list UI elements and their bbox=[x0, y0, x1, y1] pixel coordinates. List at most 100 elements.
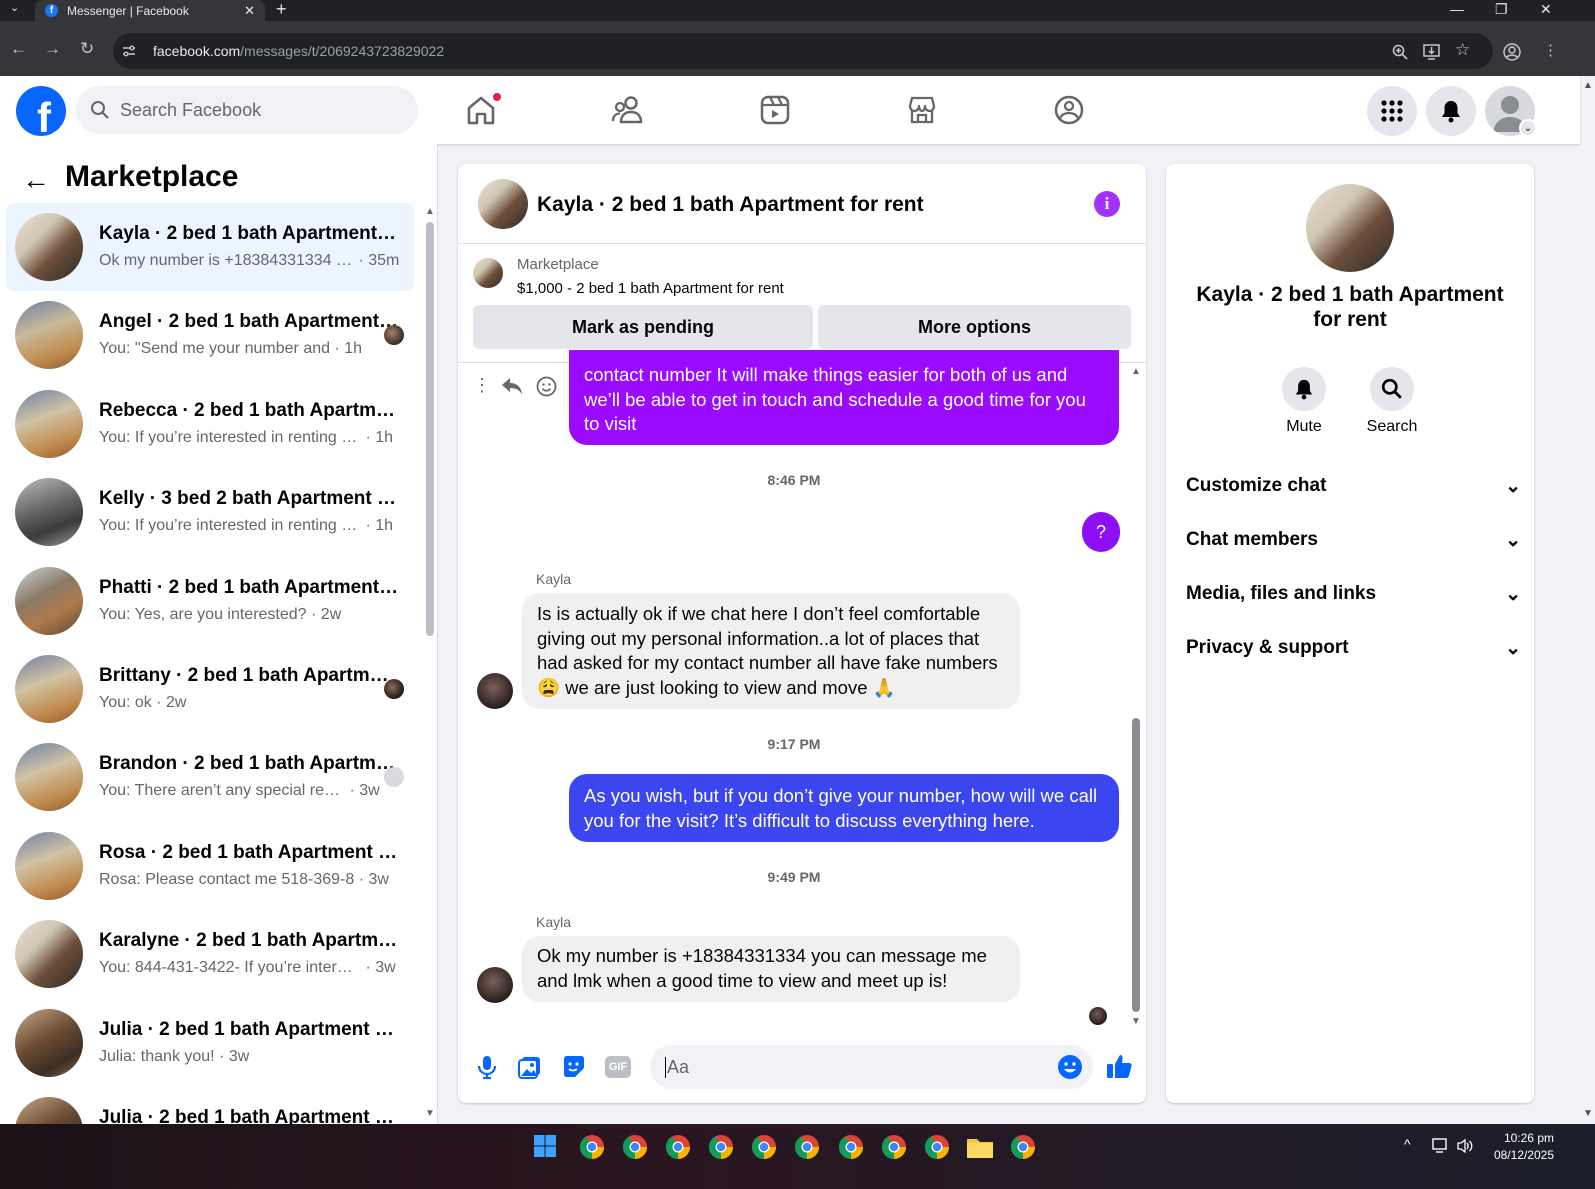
chat-scroll-down-arrow[interactable]: ▼ bbox=[1131, 1016, 1141, 1027]
windows-start-icon[interactable] bbox=[533, 1134, 557, 1158]
file-explorer-icon[interactable] bbox=[965, 1132, 995, 1162]
minimize-button[interactable]: — bbox=[1450, 1, 1464, 17]
browser-tab[interactable]: f Messenger | Facebook ✕ bbox=[35, 0, 265, 21]
watch-icon[interactable] bbox=[756, 91, 794, 129]
scroll-down-arrow[interactable]: ▼ bbox=[425, 1108, 435, 1119]
search-facebook-input[interactable]: Search Facebook bbox=[76, 86, 418, 134]
conversation-row[interactable]: Brittany · 2 bed 1 bath Apartment for re… bbox=[6, 645, 414, 733]
forward-arrow-icon[interactable]: → bbox=[44, 39, 61, 59]
chrome-icon[interactable] bbox=[706, 1132, 736, 1162]
media-files-links-section[interactable]: Media, files and links ⌄ bbox=[1186, 579, 1521, 609]
microphone-icon[interactable] bbox=[474, 1054, 500, 1080]
bookmark-star-icon[interactable]: ☆ bbox=[1455, 40, 1470, 60]
conversation-row[interactable]: Kelly · 3 bed 2 bath Apartment for rent Y… bbox=[6, 468, 414, 556]
tray-chevron-icon[interactable]: ^ bbox=[1404, 1136, 1411, 1152]
conversation-row[interactable]: Angel · 2 bed 1 bath Apartment for rent Y… bbox=[6, 291, 414, 379]
mute-button[interactable] bbox=[1282, 367, 1326, 411]
sender-avatar[interactable] bbox=[477, 673, 513, 709]
outgoing-message[interactable]: ? bbox=[1082, 512, 1120, 552]
conversation-row[interactable]: Rebecca · 2 bed 1 bath Apartment for ren… bbox=[6, 380, 414, 468]
conversation-row[interactable]: Julia · 2 bed 1 bath Apartment for rent J… bbox=[6, 999, 414, 1087]
incoming-message[interactable]: Ok my number is +18384331334 you can mes… bbox=[522, 936, 1020, 1002]
chat-members-section[interactable]: Chat members ⌄ bbox=[1186, 525, 1521, 555]
restore-button[interactable]: ❐ bbox=[1495, 1, 1508, 18]
back-arrow-icon[interactable]: ← bbox=[10, 39, 27, 59]
tab-close-icon[interactable]: ✕ bbox=[244, 3, 255, 19]
facebook-logo[interactable]: f bbox=[16, 86, 66, 136]
info-icon[interactable]: i bbox=[1094, 191, 1120, 217]
chrome-icon[interactable] bbox=[749, 1132, 779, 1162]
chevron-down-icon[interactable]: ⌄ bbox=[1519, 119, 1537, 137]
tab-search-icon[interactable]: ⌄ bbox=[10, 1, 19, 14]
chat-scroll-up-arrow[interactable]: ▲ bbox=[1131, 366, 1141, 377]
bell-icon bbox=[1295, 379, 1313, 400]
chrome-icon[interactable] bbox=[577, 1132, 607, 1162]
address-bar[interactable]: facebook.com/messages/t/2069243723829022 bbox=[113, 33, 1493, 69]
reload-icon[interactable]: ↻ bbox=[80, 39, 94, 59]
gaming-icon[interactable] bbox=[1050, 91, 1088, 129]
listing-thumbnail[interactable] bbox=[473, 258, 503, 288]
marketplace-icon[interactable] bbox=[903, 91, 941, 129]
chat-avatar[interactable] bbox=[478, 179, 528, 229]
clock-date[interactable]: 08/12/2025 bbox=[1478, 1148, 1554, 1162]
volume-icon[interactable] bbox=[1456, 1138, 1474, 1154]
emoji-icon[interactable] bbox=[1057, 1054, 1083, 1080]
message-input[interactable]: Aa bbox=[650, 1045, 1093, 1089]
outgoing-message[interactable]: As you wish, but if you don’t give your … bbox=[569, 774, 1119, 842]
customize-chat-section[interactable]: Customize chat ⌄ bbox=[1186, 471, 1521, 501]
page-scroll-down-arrow[interactable]: ▼ bbox=[1583, 1108, 1593, 1119]
sticker-icon[interactable] bbox=[561, 1054, 587, 1080]
clock-time[interactable]: 10:26 pm bbox=[1488, 1131, 1554, 1145]
chat-title[interactable]: Kayla · 2 bed 1 bath Apartment for rent bbox=[537, 193, 924, 217]
chrome-icon[interactable] bbox=[836, 1132, 866, 1162]
friends-icon[interactable] bbox=[609, 91, 647, 129]
more-options-button[interactable]: More options bbox=[818, 305, 1131, 349]
browser-menu-icon[interactable]: ⋮ bbox=[1543, 41, 1558, 59]
close-window-button[interactable]: ✕ bbox=[1540, 1, 1552, 18]
more-actions-icon[interactable]: ⋮ bbox=[473, 375, 491, 396]
incoming-message[interactable]: Is is actually ok if we chat here I don’… bbox=[522, 593, 1020, 709]
chrome-icon[interactable] bbox=[879, 1132, 909, 1162]
page-scroll-up-arrow[interactable]: ▲ bbox=[1583, 80, 1593, 91]
sidebar-scrollbar[interactable] bbox=[426, 222, 434, 636]
gif-icon[interactable]: GIF bbox=[605, 1056, 631, 1078]
chrome-icon[interactable] bbox=[663, 1132, 693, 1162]
zoom-icon[interactable] bbox=[1392, 44, 1408, 60]
search-conversation-button[interactable] bbox=[1370, 367, 1414, 411]
install-app-icon[interactable] bbox=[1423, 44, 1440, 60]
network-icon[interactable] bbox=[1432, 1138, 1450, 1154]
notifications-button[interactable] bbox=[1426, 86, 1476, 136]
chat-scrollbar[interactable] bbox=[1132, 718, 1140, 1012]
conversation-row[interactable]: Brandon · 2 bed 1 bath Apartment for ren… bbox=[6, 733, 414, 821]
home-notification-dot bbox=[492, 92, 502, 102]
reply-icon[interactable] bbox=[501, 376, 523, 396]
scroll-up-arrow[interactable]: ▲ bbox=[425, 206, 435, 217]
chrome-icon[interactable] bbox=[620, 1132, 650, 1162]
back-arrow-icon[interactable]: ← bbox=[22, 164, 50, 196]
mark-as-pending-button[interactable]: Mark as pending bbox=[473, 305, 813, 349]
conversation-row[interactable]: Kayla · 2 bed 1 bath Apartment for rent O… bbox=[6, 203, 414, 291]
listing-title[interactable]: $1,000 - 2 bed 1 bath Apartment for rent bbox=[517, 280, 784, 297]
photo-icon[interactable] bbox=[517, 1054, 543, 1080]
conversation-time: 2w bbox=[320, 605, 342, 623]
url-path: /messages/t/2069243723829022 bbox=[240, 43, 445, 59]
privacy-support-section[interactable]: Privacy & support ⌄ bbox=[1186, 633, 1521, 663]
chrome-icon[interactable] bbox=[792, 1132, 822, 1162]
react-emoji-icon[interactable] bbox=[536, 376, 557, 397]
conversation-preview: Rosa: Please contact me 518-369-8 bbox=[99, 870, 355, 888]
conversation-avatar bbox=[15, 743, 83, 812]
profile-icon[interactable] bbox=[1503, 43, 1521, 61]
chrome-icon[interactable] bbox=[1008, 1132, 1038, 1162]
site-info-icon[interactable] bbox=[122, 44, 136, 58]
sender-avatar[interactable] bbox=[477, 967, 513, 1003]
menu-grid-button[interactable] bbox=[1367, 86, 1417, 136]
thumbs-up-icon[interactable] bbox=[1105, 1052, 1133, 1080]
chrome-icon[interactable] bbox=[922, 1132, 952, 1162]
conversation-row[interactable]: Karalyne · 2 bed 1 bath Apartment for re… bbox=[6, 910, 414, 998]
new-tab-button[interactable]: + bbox=[276, 0, 287, 20]
outgoing-message[interactable]: contact number It will make things easie… bbox=[569, 350, 1119, 445]
conversation-row[interactable]: Phatti · 2 bed 1 bath Apartment for rent… bbox=[6, 557, 414, 645]
conversation-avatar bbox=[15, 389, 83, 458]
chat-info-avatar[interactable] bbox=[1306, 184, 1394, 272]
conversation-row[interactable]: Rosa · 2 bed 1 bath Apartment for rent Ro… bbox=[6, 822, 414, 910]
